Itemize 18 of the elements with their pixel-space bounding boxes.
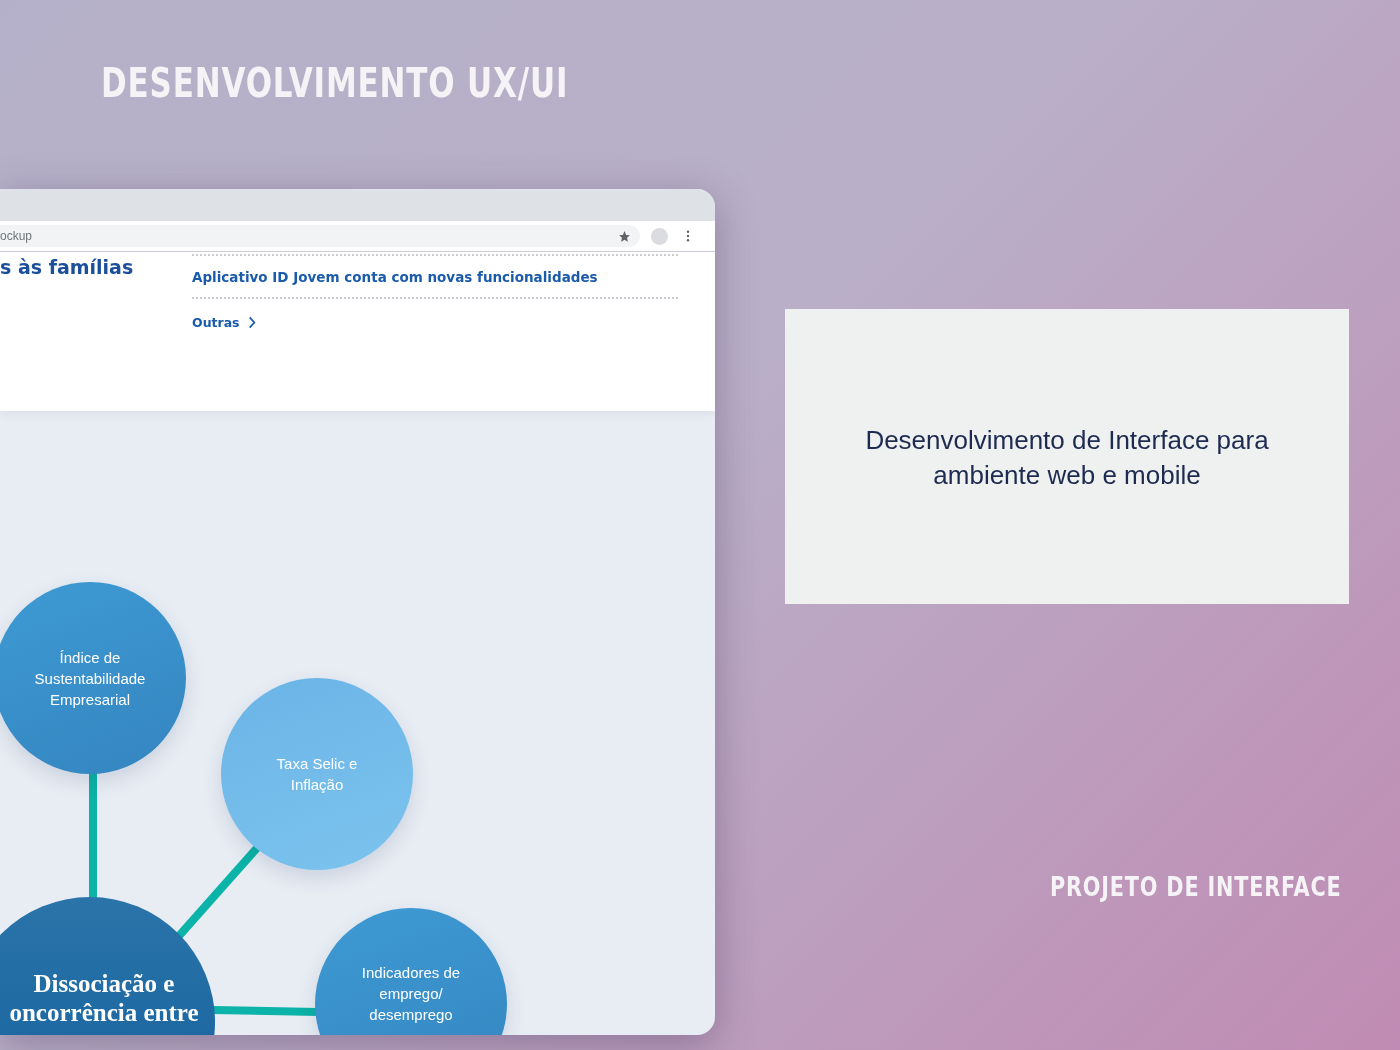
address-text: ockup (0, 229, 34, 243)
address-field[interactable]: ockup (0, 225, 640, 247)
slide-title: DESENVOLVIMENTO UX/UI (101, 60, 569, 106)
chevron-icon (247, 316, 256, 329)
topic-label: Indicadores de emprego/ desemprego (360, 963, 462, 1025)
news-heading[interactable]: s às famílias (0, 256, 192, 411)
topic-circle[interactable]: Indicadores de emprego/ desemprego (315, 908, 507, 1035)
slide-subtitle: PROJETO DE INTERFACE (1050, 872, 1342, 902)
description-text: Desenvolvimento de Interface para ambiente web e mobile (864, 424, 1270, 492)
menu-icon[interactable] (686, 230, 690, 242)
star-icon[interactable] (618, 229, 631, 243)
more-link[interactable]: Outras (192, 315, 256, 330)
news-link[interactable]: Aplicativo ID Jovem conta com novas funcionalidades (192, 256, 678, 299)
main-topic-label: Dissociação e oncorrência entre (8, 969, 200, 1027)
main-topic-circle[interactable]: Dissociação e oncorrência entre (0, 897, 215, 1035)
topic-label: Índice de Sustentabilidade Empresarial (33, 647, 147, 710)
topic-circle[interactable]: Índice de Sustentabilidade Empresarial (0, 582, 186, 774)
topic-label: Taxa Selic e Inflação (275, 754, 359, 795)
